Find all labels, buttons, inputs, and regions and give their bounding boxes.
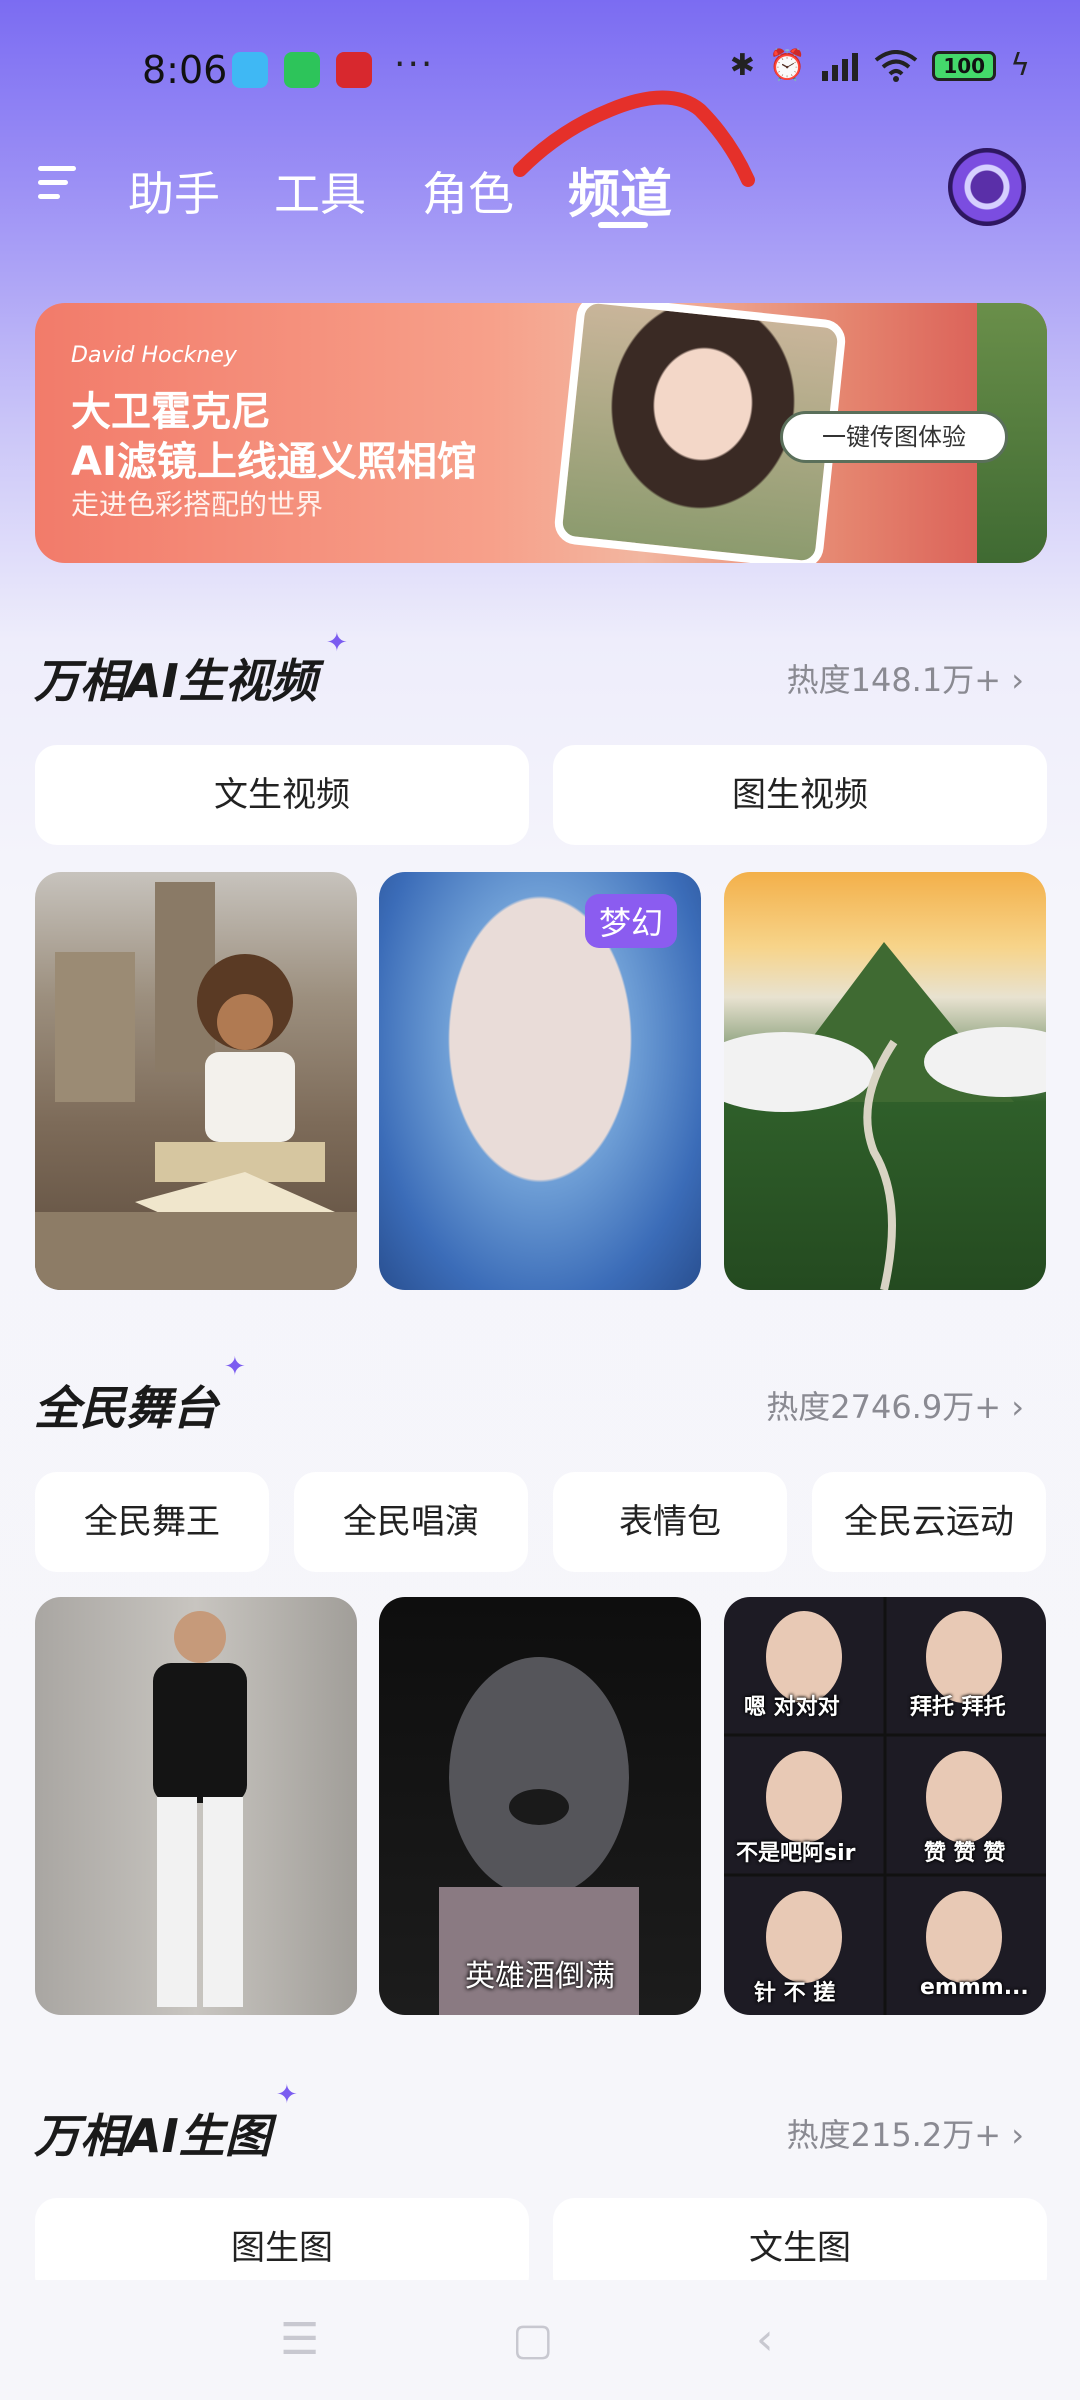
red-annotation-stroke — [513, 90, 755, 187]
mountain-illustration — [724, 942, 1046, 1290]
status-time: 8:06 — [142, 48, 228, 92]
charging-icon: ϟ — [1010, 48, 1030, 83]
section-heat-video[interactable]: 热度148.1万+ › — [787, 655, 1024, 701]
card-child-reading[interactable] — [35, 872, 357, 1290]
section-title-image: 万相AI生图 — [34, 2109, 271, 2163]
banner-subtitle: 走进色彩搭配的世界 — [71, 488, 324, 521]
wechat-icon — [284, 52, 320, 88]
menu-icon[interactable] — [38, 166, 78, 206]
sparkle-icon: ✦ — [224, 1352, 246, 1382]
home-icon[interactable]: ▢ — [512, 2314, 554, 2365]
pill-image-to-video[interactable]: 图生视频 — [553, 745, 1047, 845]
pill-stickers[interactable]: 表情包 — [553, 1472, 787, 1572]
more-notifications-icon: ··· — [394, 44, 435, 85]
card-terracotta-warrior[interactable]: 英雄酒倒满 — [379, 1597, 701, 2015]
section-heat-stage[interactable]: 热度2746.9万+ › — [766, 1382, 1024, 1428]
expression-grid-illustration — [724, 1597, 1046, 2015]
banner-title-line2: AI滤镜上线通义照相馆 — [71, 439, 477, 485]
card-expression-grid[interactable]: 嗯 对对对 拜托 拜托 不是吧阿sir 赞 赞 赞 针 不 搓 emmm... — [724, 1597, 1046, 2015]
section-heat-image[interactable]: 热度215.2万+ › — [787, 2110, 1024, 2156]
tab-assistant[interactable]: 助手 — [128, 158, 220, 224]
ai-avatar-button[interactable] — [948, 148, 1026, 226]
meme-caption-1: 嗯 对对对 — [744, 1695, 840, 1720]
pill-cloud-sports[interactable]: 全民云运动 — [812, 1472, 1046, 1572]
system-nav-bar: ☰ ▢ ‹ — [0, 2280, 1080, 2400]
card-blue-hair-girl[interactable]: 梦幻 — [379, 872, 701, 1290]
pill-text-to-video[interactable]: 文生视频 — [35, 745, 529, 845]
section-title-video: 万相AI生视频 — [34, 654, 317, 708]
bank-app-icon — [336, 52, 372, 88]
promo-banner[interactable]: David Hockney 大卫霍克尼 AI滤镜上线通义照相馆 走进色彩搭配的世… — [35, 303, 1047, 563]
sparkle-icon: ✦ — [326, 628, 348, 658]
pill-singing[interactable]: 全民唱演 — [294, 1472, 528, 1572]
meme-caption-4: 赞 赞 赞 — [924, 1841, 1006, 1866]
card-mountain-sunrise[interactable] — [724, 872, 1046, 1290]
meme-caption-6: emmm... — [920, 1975, 1029, 2000]
man-illustration — [153, 1611, 247, 2007]
card-caption-warrior: 英雄酒倒满 — [465, 1959, 615, 1994]
meme-caption-5: 针 不 搓 — [754, 1981, 836, 2006]
battery-icon: 100 — [932, 50, 997, 81]
meme-caption-3: 不是吧阿sir — [736, 1841, 856, 1866]
tab-tools[interactable]: 工具 — [274, 158, 366, 224]
banner-cta-button[interactable]: 一键传图体验 — [780, 411, 1008, 463]
recents-menu-icon[interactable]: ☰ — [280, 2314, 319, 2365]
sparkle-icon: ✦ — [276, 2080, 298, 2110]
message-app-icon — [232, 52, 268, 88]
status-icons: ✱ ⏰ 100 ϟ — [730, 48, 1030, 83]
child-reading-illustration — [35, 882, 357, 1290]
section-title-stage: 全民舞台 — [34, 1381, 218, 1435]
card-man-posing[interactable] — [35, 1597, 357, 2015]
banner-kicker: David Hockney — [71, 343, 237, 368]
active-tab-indicator — [598, 222, 648, 228]
back-icon[interactable]: ‹ — [756, 2314, 774, 2365]
pill-dance-king[interactable]: 全民舞王 — [35, 1472, 269, 1572]
alarm-icon: ⏰ — [768, 48, 807, 83]
signal-icon — [822, 52, 859, 81]
wifi-icon — [874, 49, 918, 82]
card-tag-dreamy: 梦幻 — [584, 894, 677, 948]
meme-caption-2: 拜托 拜托 — [910, 1695, 1006, 1720]
